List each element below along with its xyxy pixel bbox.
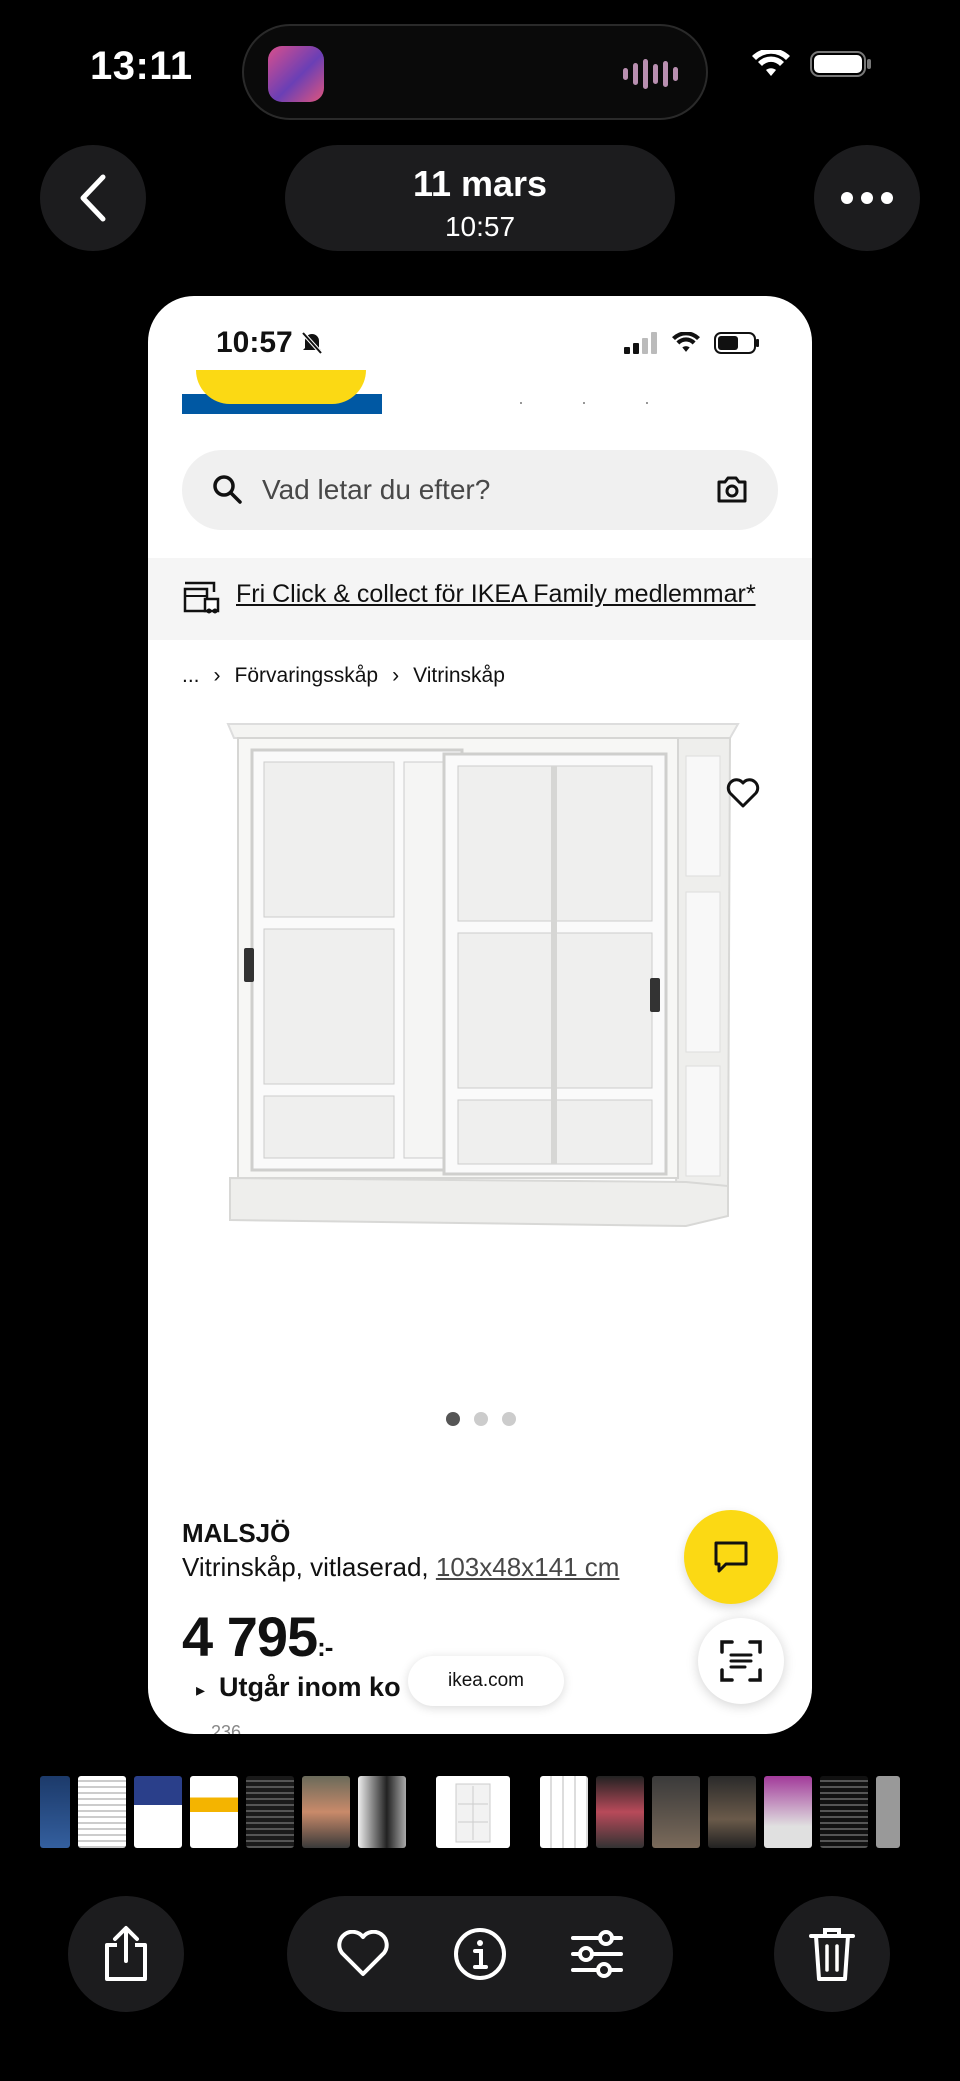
heart-icon xyxy=(337,1930,390,1976)
photo-viewer-image[interactable]: 10:57 · · · Vad letar du efter? Fri Clic… xyxy=(148,296,812,1734)
photo-date-header[interactable]: 11 mars 10:57 xyxy=(285,145,675,251)
store-icon xyxy=(183,581,220,614)
thumbnail[interactable] xyxy=(190,1776,238,1848)
bell-slash-icon xyxy=(301,331,323,355)
adjust-button[interactable] xyxy=(557,1914,637,1994)
back-button[interactable] xyxy=(40,145,146,251)
breadcrumb-ellipsis[interactable]: ... xyxy=(182,664,200,688)
chevron-left-icon xyxy=(80,174,106,222)
delete-button[interactable] xyxy=(774,1896,890,2012)
chevron-right-icon: › xyxy=(392,664,400,687)
product-image[interactable] xyxy=(208,716,768,1256)
photo-time: 10:57 xyxy=(444,211,516,242)
product-description: Vitrinskåp, vitlaserad, 103x48x141 cm xyxy=(182,1552,620,1582)
photo-date: 11 mars xyxy=(412,163,548,204)
search-input[interactable]: Vad letar du efter? xyxy=(182,450,778,530)
photo-actions-group xyxy=(287,1896,673,2012)
chevron-right-icon: › xyxy=(213,664,221,687)
thumbnail[interactable] xyxy=(708,1776,756,1848)
thumbnail[interactable] xyxy=(246,1776,294,1848)
audio-waveform-icon xyxy=(623,58,678,90)
url-pill[interactable]: ikea.com xyxy=(408,1656,564,1706)
favorite-button[interactable] xyxy=(323,1914,403,1994)
camera-icon[interactable] xyxy=(716,474,748,504)
screenshot-clock: 10:57 xyxy=(216,326,323,360)
thumbnail[interactable] xyxy=(302,1776,350,1848)
more-icon xyxy=(841,192,893,204)
thumbnail[interactable] xyxy=(820,1776,868,1848)
promo-link[interactable]: Fri Click & collect för IKEA Family medl… xyxy=(236,580,756,609)
carousel-dot[interactable] xyxy=(474,1412,488,1426)
thumbnail[interactable] xyxy=(596,1776,644,1848)
thumbnail[interactable] xyxy=(652,1776,700,1848)
battery-icon xyxy=(714,332,759,354)
share-button[interactable] xyxy=(68,1896,184,2012)
heart-icon[interactable] xyxy=(726,778,760,808)
search-icon xyxy=(213,475,242,504)
battery-icon xyxy=(810,51,871,77)
wifi-icon xyxy=(672,332,700,352)
availability-toggle[interactable]: ▸ Utgår inom ko xyxy=(196,1672,401,1703)
info-icon xyxy=(453,1928,506,1980)
adjust-icon xyxy=(570,1930,623,1978)
breadcrumb: ... › Förvaringsskåp › Vitrinskåp xyxy=(182,664,505,688)
share-icon xyxy=(105,1926,147,1981)
thumbnail-strip[interactable] xyxy=(40,1774,910,1850)
image-carousel-dots[interactable] xyxy=(446,1412,516,1426)
product-dimensions-link[interactable]: 103x48x141 cm xyxy=(436,1552,620,1582)
promo-banner[interactable]: Fri Click & collect för IKEA Family medl… xyxy=(148,558,812,640)
signal-icon xyxy=(624,332,657,354)
scan-icon xyxy=(720,1640,762,1682)
thumbnail-selected[interactable] xyxy=(436,1776,510,1848)
trash-icon xyxy=(809,1928,855,1981)
chat-icon xyxy=(714,1541,748,1573)
breadcrumb-item-storage[interactable]: Förvaringsskåp xyxy=(235,664,379,688)
wifi-icon xyxy=(752,50,790,76)
thumbnail[interactable] xyxy=(40,1776,70,1848)
system-status-icons xyxy=(752,50,872,78)
search-placeholder: Vad letar du efter? xyxy=(262,474,491,505)
cut-off-text: … 236 … … … xyxy=(188,1722,311,1734)
ikea-logo[interactable] xyxy=(182,370,382,414)
thumbnail-image xyxy=(455,1783,491,1843)
header-icons-partial: · · · xyxy=(518,392,676,412)
thumbnail[interactable] xyxy=(540,1776,588,1848)
thumbnail[interactable] xyxy=(876,1776,900,1848)
now-playing-artwork xyxy=(268,46,324,102)
thumbnail[interactable] xyxy=(134,1776,182,1848)
caret-right-icon: ▸ xyxy=(196,1680,206,1700)
system-clock: 13:11 xyxy=(90,44,193,88)
thumbnail[interactable] xyxy=(358,1776,406,1848)
carousel-dot[interactable] xyxy=(446,1412,460,1426)
live-text-button[interactable] xyxy=(698,1618,784,1704)
breadcrumb-item-vitrine[interactable]: Vitrinskåp xyxy=(413,664,505,688)
thumbnail[interactable] xyxy=(764,1776,812,1848)
thumbnail[interactable] xyxy=(78,1776,126,1848)
dynamic-island[interactable] xyxy=(242,24,708,120)
screenshot-status-icons xyxy=(624,332,760,354)
product-name: MALSJÖ xyxy=(182,1518,291,1548)
product-price: 4 795:- xyxy=(182,1605,333,1668)
more-button[interactable] xyxy=(814,145,920,251)
info-button[interactable] xyxy=(440,1914,520,1994)
carousel-dot[interactable] xyxy=(502,1412,516,1426)
chat-button[interactable] xyxy=(684,1510,778,1604)
